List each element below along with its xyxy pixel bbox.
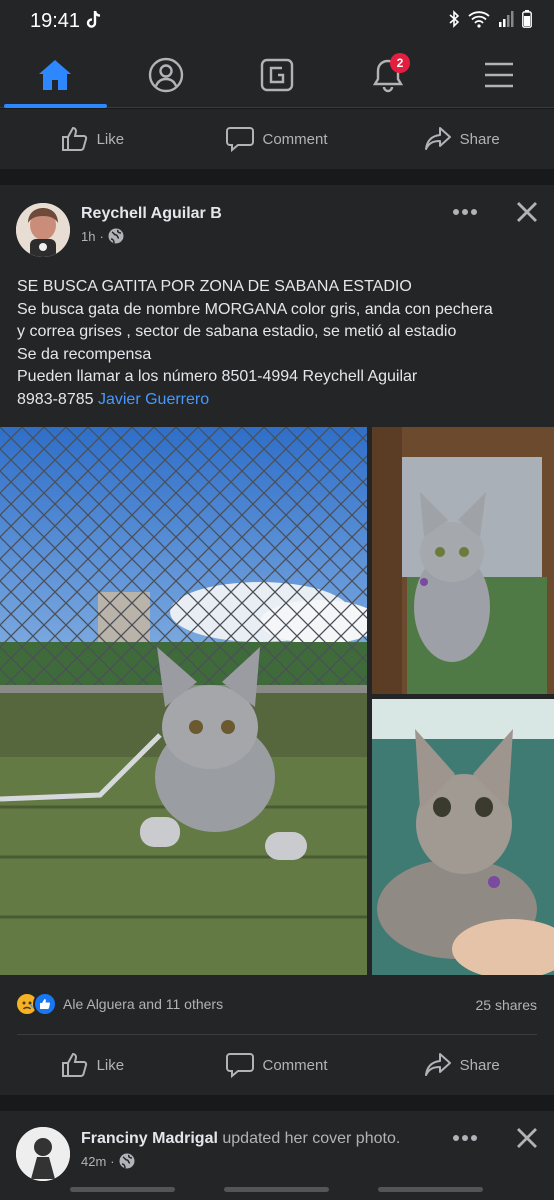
status-icons xyxy=(448,10,532,33)
hamburger-menu-icon xyxy=(485,62,513,88)
notification-badge: 2 xyxy=(390,53,410,73)
post-text-line: Se da recompensa xyxy=(17,345,152,363)
status-time: 19:41 xyxy=(30,10,81,32)
marketplace-icon xyxy=(260,58,294,92)
thumbs-up-icon xyxy=(61,1052,87,1077)
comment-label: Comment xyxy=(262,130,328,148)
comment-icon xyxy=(226,127,255,152)
more-options-icon[interactable] xyxy=(452,207,478,217)
comment-button[interactable]: Comment xyxy=(185,1035,370,1095)
phone-number: 8983-8785 xyxy=(17,390,94,408)
next-post-time[interactable]: 42m xyxy=(81,1154,106,1169)
next-post-action-text: updated her cover photo. xyxy=(222,1130,401,1147)
share-icon xyxy=(424,127,451,150)
shares-count[interactable]: 25 shares xyxy=(476,997,537,1013)
like-label: Like xyxy=(96,1056,125,1074)
close-icon[interactable] xyxy=(515,1126,539,1150)
author-avatar[interactable] xyxy=(16,203,70,257)
close-icon[interactable] xyxy=(515,200,539,224)
next-post-meta: 42m · xyxy=(81,1153,135,1169)
share-button[interactable]: Share xyxy=(369,109,554,169)
like-reaction-icon xyxy=(33,992,57,1016)
more-options-icon[interactable] xyxy=(452,1133,478,1143)
nav-profile[interactable] xyxy=(136,52,196,98)
system-nav-indicator xyxy=(378,1187,483,1192)
status-bar: 19:41 xyxy=(0,0,554,42)
comment-button[interactable]: Comment xyxy=(185,109,370,169)
system-nav-indicator xyxy=(224,1187,329,1192)
nav-home[interactable] xyxy=(25,52,85,98)
like-label: Like xyxy=(96,130,125,148)
photo-cat-chair[interactable] xyxy=(372,427,554,694)
meta-separator: · xyxy=(99,228,104,244)
post-text-line: Pueden llamar a los número 8501-4994 Rey… xyxy=(17,368,418,385)
next-post-author-name[interactable]: Franciny Madrigal xyxy=(81,1130,218,1147)
bluetooth-icon xyxy=(448,10,460,33)
home-icon xyxy=(39,60,71,90)
meta-separator: · xyxy=(110,1153,115,1169)
like-button[interactable]: Like xyxy=(0,109,185,169)
globe-icon xyxy=(119,1153,135,1169)
post-text: SE BUSCA GATITA POR ZONA DE SABANA ESTAD… xyxy=(17,276,542,411)
share-label: Share xyxy=(459,130,500,148)
post-text-line: y correa grises , sector de sabana estad… xyxy=(17,323,457,340)
post-text-line: SE BUSCA GATITA POR ZONA DE SABANA ESTAD… xyxy=(17,278,412,295)
post-author-name[interactable]: Reychell Aguilar B xyxy=(81,205,222,223)
next-post-header: Franciny Madrigal updated her cover phot… xyxy=(81,1130,400,1148)
like-button[interactable]: Like xyxy=(0,1035,185,1095)
profile-icon xyxy=(148,57,184,93)
photo-main-cat-field[interactable] xyxy=(0,427,367,975)
system-nav-indicator xyxy=(70,1187,175,1192)
nav-active-indicator xyxy=(4,104,107,108)
comment-icon xyxy=(226,1053,255,1078)
nav-bar: 2 xyxy=(0,42,554,108)
nav-notifications[interactable]: 2 xyxy=(358,52,418,98)
post-actions: Like Comment Share xyxy=(0,1035,554,1095)
share-button[interactable]: Share xyxy=(369,1035,554,1095)
nav-menu[interactable] xyxy=(469,52,529,98)
reactions-text: Ale Alguera and 11 others xyxy=(63,996,224,1012)
share-label: Share xyxy=(459,1056,500,1074)
comment-label: Comment xyxy=(262,1056,328,1074)
post-meta: 1h · xyxy=(81,228,124,244)
battery-icon xyxy=(522,10,532,33)
next-author-avatar[interactable] xyxy=(16,1127,70,1181)
post-text-line-last: 8983-8785 Javier Guerrero xyxy=(17,389,542,412)
post-text-line: Se busca gata de nombre MORGANA color gr… xyxy=(17,300,493,318)
photo-cat-closeup[interactable] xyxy=(372,699,554,975)
previous-post-actions: Like Comment Share xyxy=(0,109,554,169)
wifi-icon xyxy=(468,10,490,33)
mention-link[interactable]: Javier Guerrero xyxy=(98,391,209,408)
globe-icon xyxy=(108,228,124,244)
tiktok-icon xyxy=(86,10,102,35)
post-time[interactable]: 1h xyxy=(81,229,95,244)
thumbs-up-icon xyxy=(61,126,87,151)
nav-marketplace[interactable] xyxy=(247,52,307,98)
share-icon xyxy=(424,1053,451,1076)
reactions-summary[interactable]: Ale Alguera and 11 others xyxy=(15,992,223,1016)
signal-icon xyxy=(498,11,514,32)
